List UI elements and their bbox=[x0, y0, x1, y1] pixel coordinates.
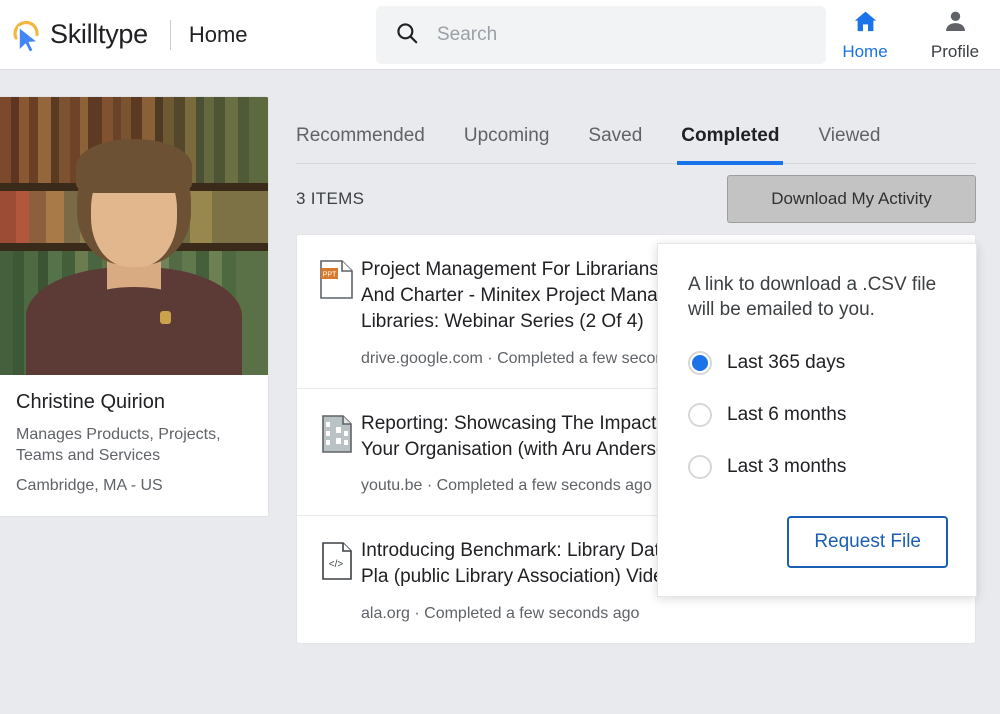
dialog-message: A link to download a .CSV file will be e… bbox=[688, 272, 948, 323]
radio-button[interactable] bbox=[688, 403, 712, 427]
svg-text:PPT: PPT bbox=[323, 272, 337, 279]
profile-location: Cambridge, MA - US bbox=[16, 475, 252, 496]
ppt-file-icon: PPT bbox=[319, 257, 361, 368]
person-icon bbox=[942, 8, 969, 40]
request-file-button[interactable]: Request File bbox=[787, 516, 948, 568]
radio-label: Last 365 days bbox=[727, 352, 845, 374]
search-bar[interactable] bbox=[376, 6, 826, 64]
radio-option-last-365-days[interactable]: Last 365 days bbox=[688, 351, 948, 375]
dialog-actions: Request File bbox=[787, 516, 948, 568]
radio-label: Last 6 months bbox=[727, 404, 846, 426]
nav-item-home[interactable]: Home bbox=[820, 0, 910, 70]
brand[interactable]: Skilltype Home bbox=[0, 14, 248, 56]
header-nav: Home Profile bbox=[820, 0, 1000, 70]
tab-recommended[interactable]: Recommended bbox=[296, 125, 425, 163]
list-item-meta: ala.org · Completed a few seconds ago bbox=[361, 605, 955, 623]
app-header: Skilltype Home Home bbox=[0, 0, 1000, 70]
download-my-activity-button[interactable]: Download My Activity bbox=[727, 175, 976, 223]
tab-saved[interactable]: Saved bbox=[588, 125, 642, 163]
nav-label-profile: Profile bbox=[931, 42, 979, 62]
items-count: 3 ITEMS bbox=[296, 189, 364, 209]
download-activity-dialog: A link to download a .CSV file will be e… bbox=[657, 243, 977, 597]
home-icon bbox=[852, 8, 879, 40]
brand-name: Skilltype bbox=[50, 19, 148, 50]
tab-upcoming[interactable]: Upcoming bbox=[464, 125, 550, 163]
tab-bar: Recommended Upcoming Saved Completed Vie… bbox=[296, 96, 976, 164]
search-icon bbox=[394, 20, 420, 51]
radio-option-last-3-months[interactable]: Last 3 months bbox=[688, 455, 948, 479]
radio-label: Last 3 months bbox=[727, 456, 846, 478]
nav-label-home: Home bbox=[842, 42, 887, 62]
tab-completed[interactable]: Completed bbox=[681, 125, 779, 163]
nav-item-profile[interactable]: Profile bbox=[910, 0, 1000, 70]
tab-viewed[interactable]: Viewed bbox=[818, 125, 880, 163]
video-film-icon bbox=[319, 411, 361, 495]
svg-text:</>: </> bbox=[329, 559, 344, 570]
radio-button[interactable] bbox=[688, 455, 712, 479]
code-file-icon: </> bbox=[319, 538, 361, 622]
profile-info: Christine Quirion Manages Products, Proj… bbox=[0, 375, 268, 516]
list-header: 3 ITEMS Download My Activity bbox=[296, 164, 976, 234]
radio-button-selected[interactable] bbox=[688, 351, 712, 375]
profile-role: Manages Products, Projects, Teams and Se… bbox=[16, 424, 252, 467]
profile-name: Christine Quirion bbox=[16, 391, 252, 414]
search-input[interactable] bbox=[437, 24, 817, 46]
breadcrumb[interactable]: Home bbox=[189, 22, 248, 48]
avatar bbox=[0, 97, 268, 375]
brand-divider bbox=[170, 20, 171, 50]
profile-card[interactable]: Christine Quirion Manages Products, Proj… bbox=[0, 96, 269, 517]
cursor-ring-logo-icon bbox=[6, 14, 48, 56]
radio-option-last-6-months[interactable]: Last 6 months bbox=[688, 403, 948, 427]
